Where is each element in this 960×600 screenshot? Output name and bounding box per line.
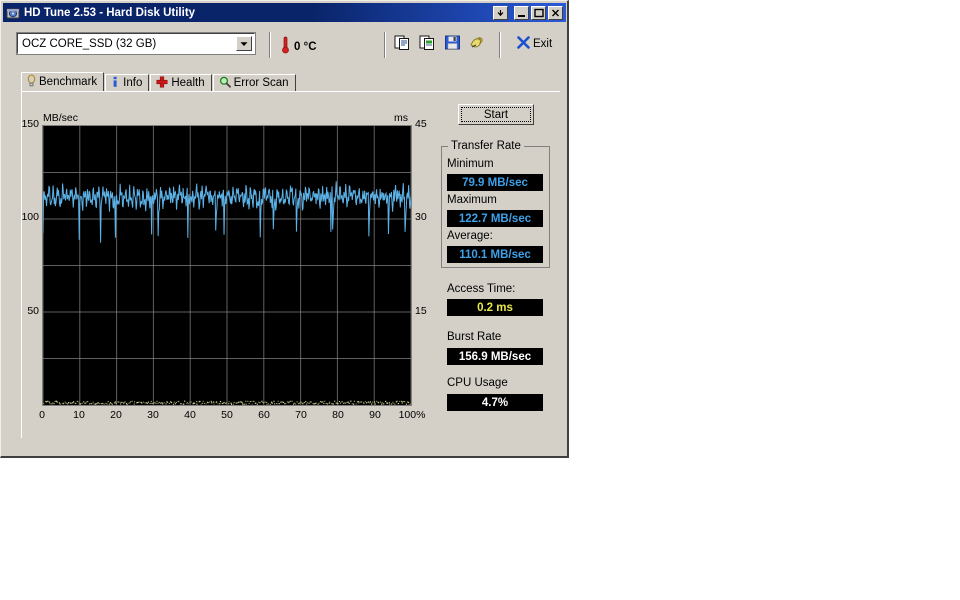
cpu-usage-value: 4.7% xyxy=(447,394,543,411)
start-button-label: Start xyxy=(483,108,509,121)
save-icon[interactable] xyxy=(444,34,461,51)
average-value: 110.1 MB/sec xyxy=(447,246,543,263)
average-label: Average: xyxy=(447,230,493,242)
y-axis-title: MB/sec xyxy=(43,112,79,124)
burst-rate-label: Burst Rate xyxy=(447,331,502,343)
access-time-label: Access Time: xyxy=(447,283,516,295)
x-tick-30: 30 xyxy=(147,409,159,421)
copy-color-icon[interactable] xyxy=(419,34,436,51)
maximize-button[interactable] xyxy=(531,5,546,20)
exit-button[interactable]: Exit xyxy=(517,36,552,52)
title-extra-button[interactable] xyxy=(493,5,508,20)
toolbar-separator-2 xyxy=(384,32,386,58)
x-tick-10: 10 xyxy=(73,409,85,421)
temperature-value: 0 °C xyxy=(294,40,317,53)
x-tick-90: 90 xyxy=(369,409,381,421)
drive-select[interactable]: OCZ CORE_SSD (32 GB) xyxy=(16,32,256,55)
close-x-icon xyxy=(517,36,530,52)
x-tick-50: 50 xyxy=(221,409,233,421)
tab-error-scan-label: Error Scan xyxy=(233,77,289,89)
temperature-indicator: 0 °C xyxy=(281,36,317,57)
close-button[interactable] xyxy=(548,5,563,20)
transfer-rate-group-title: Transfer Rate xyxy=(448,140,524,152)
x-tick-70: 70 xyxy=(295,409,307,421)
tab-bar: Benchmark Info Health Error Scan xyxy=(21,72,297,91)
tab-error-scan[interactable]: Error Scan xyxy=(212,74,296,91)
drive-select-value: OCZ CORE_SSD (32 GB) xyxy=(22,37,157,50)
start-button[interactable]: Start xyxy=(458,104,534,125)
maximum-value: 122.7 MB/sec xyxy=(447,210,543,227)
lightbulb-icon xyxy=(27,74,36,90)
benchmark-graph xyxy=(42,125,412,406)
exit-label: Exit xyxy=(533,38,553,50)
copy-icon[interactable] xyxy=(394,34,411,51)
chevron-down-icon[interactable] xyxy=(236,36,252,51)
window-title: HD Tune 2.53 - Hard Disk Utility xyxy=(24,6,196,19)
tab-health-label: Health xyxy=(171,77,205,89)
y-tick-100: 100 xyxy=(21,211,39,223)
x-tick-100: 100% xyxy=(398,409,426,421)
thermometer-icon xyxy=(281,36,290,57)
x-tick-20: 20 xyxy=(110,409,122,421)
title-bar-buttons xyxy=(493,5,566,20)
toolbar-separator-3 xyxy=(499,32,501,58)
tab-health[interactable]: Health xyxy=(150,74,212,91)
toolbar-separator-1 xyxy=(269,32,271,58)
access-time-value: 0.2 ms xyxy=(447,299,543,316)
red-cross-icon xyxy=(156,76,168,91)
minimum-value: 79.9 MB/sec xyxy=(447,174,543,191)
hard-disk-icon xyxy=(6,6,20,20)
title-bar: HD Tune 2.53 - Hard Disk Utility xyxy=(3,3,566,22)
info-icon xyxy=(111,76,120,91)
tab-benchmark[interactable]: Benchmark xyxy=(21,72,105,91)
y2-tick-45: 45 xyxy=(415,118,427,130)
tab-benchmark-label: Benchmark xyxy=(39,76,98,88)
tab-info[interactable]: Info xyxy=(105,74,150,91)
x-tick-40: 40 xyxy=(184,409,196,421)
x-tick-0: 0 xyxy=(39,409,45,421)
y2-axis-title: ms xyxy=(394,112,408,124)
print-icon[interactable] xyxy=(469,34,486,51)
toolbar: OCZ CORE_SSD (32 GB) 0 °C Exit xyxy=(9,28,560,64)
minimum-label: Minimum xyxy=(447,158,494,170)
hd-tune-window: HD Tune 2.53 - Hard Disk Utility OCZ COR… xyxy=(0,0,569,458)
y2-tick-15: 15 xyxy=(415,305,427,317)
toolbar-buttons xyxy=(394,34,486,51)
magnifier-icon xyxy=(219,76,231,91)
cpu-usage-label: CPU Usage xyxy=(447,377,508,389)
tab-info-label: Info xyxy=(123,77,143,89)
y-tick-50: 50 xyxy=(27,305,39,317)
minimize-button[interactable] xyxy=(514,5,529,20)
y2-tick-30: 30 xyxy=(415,211,427,223)
x-tick-80: 80 xyxy=(332,409,344,421)
maximum-label: Maximum xyxy=(447,194,497,206)
y-tick-150: 150 xyxy=(21,118,39,130)
x-tick-60: 60 xyxy=(258,409,270,421)
burst-rate-value: 156.9 MB/sec xyxy=(447,348,543,365)
